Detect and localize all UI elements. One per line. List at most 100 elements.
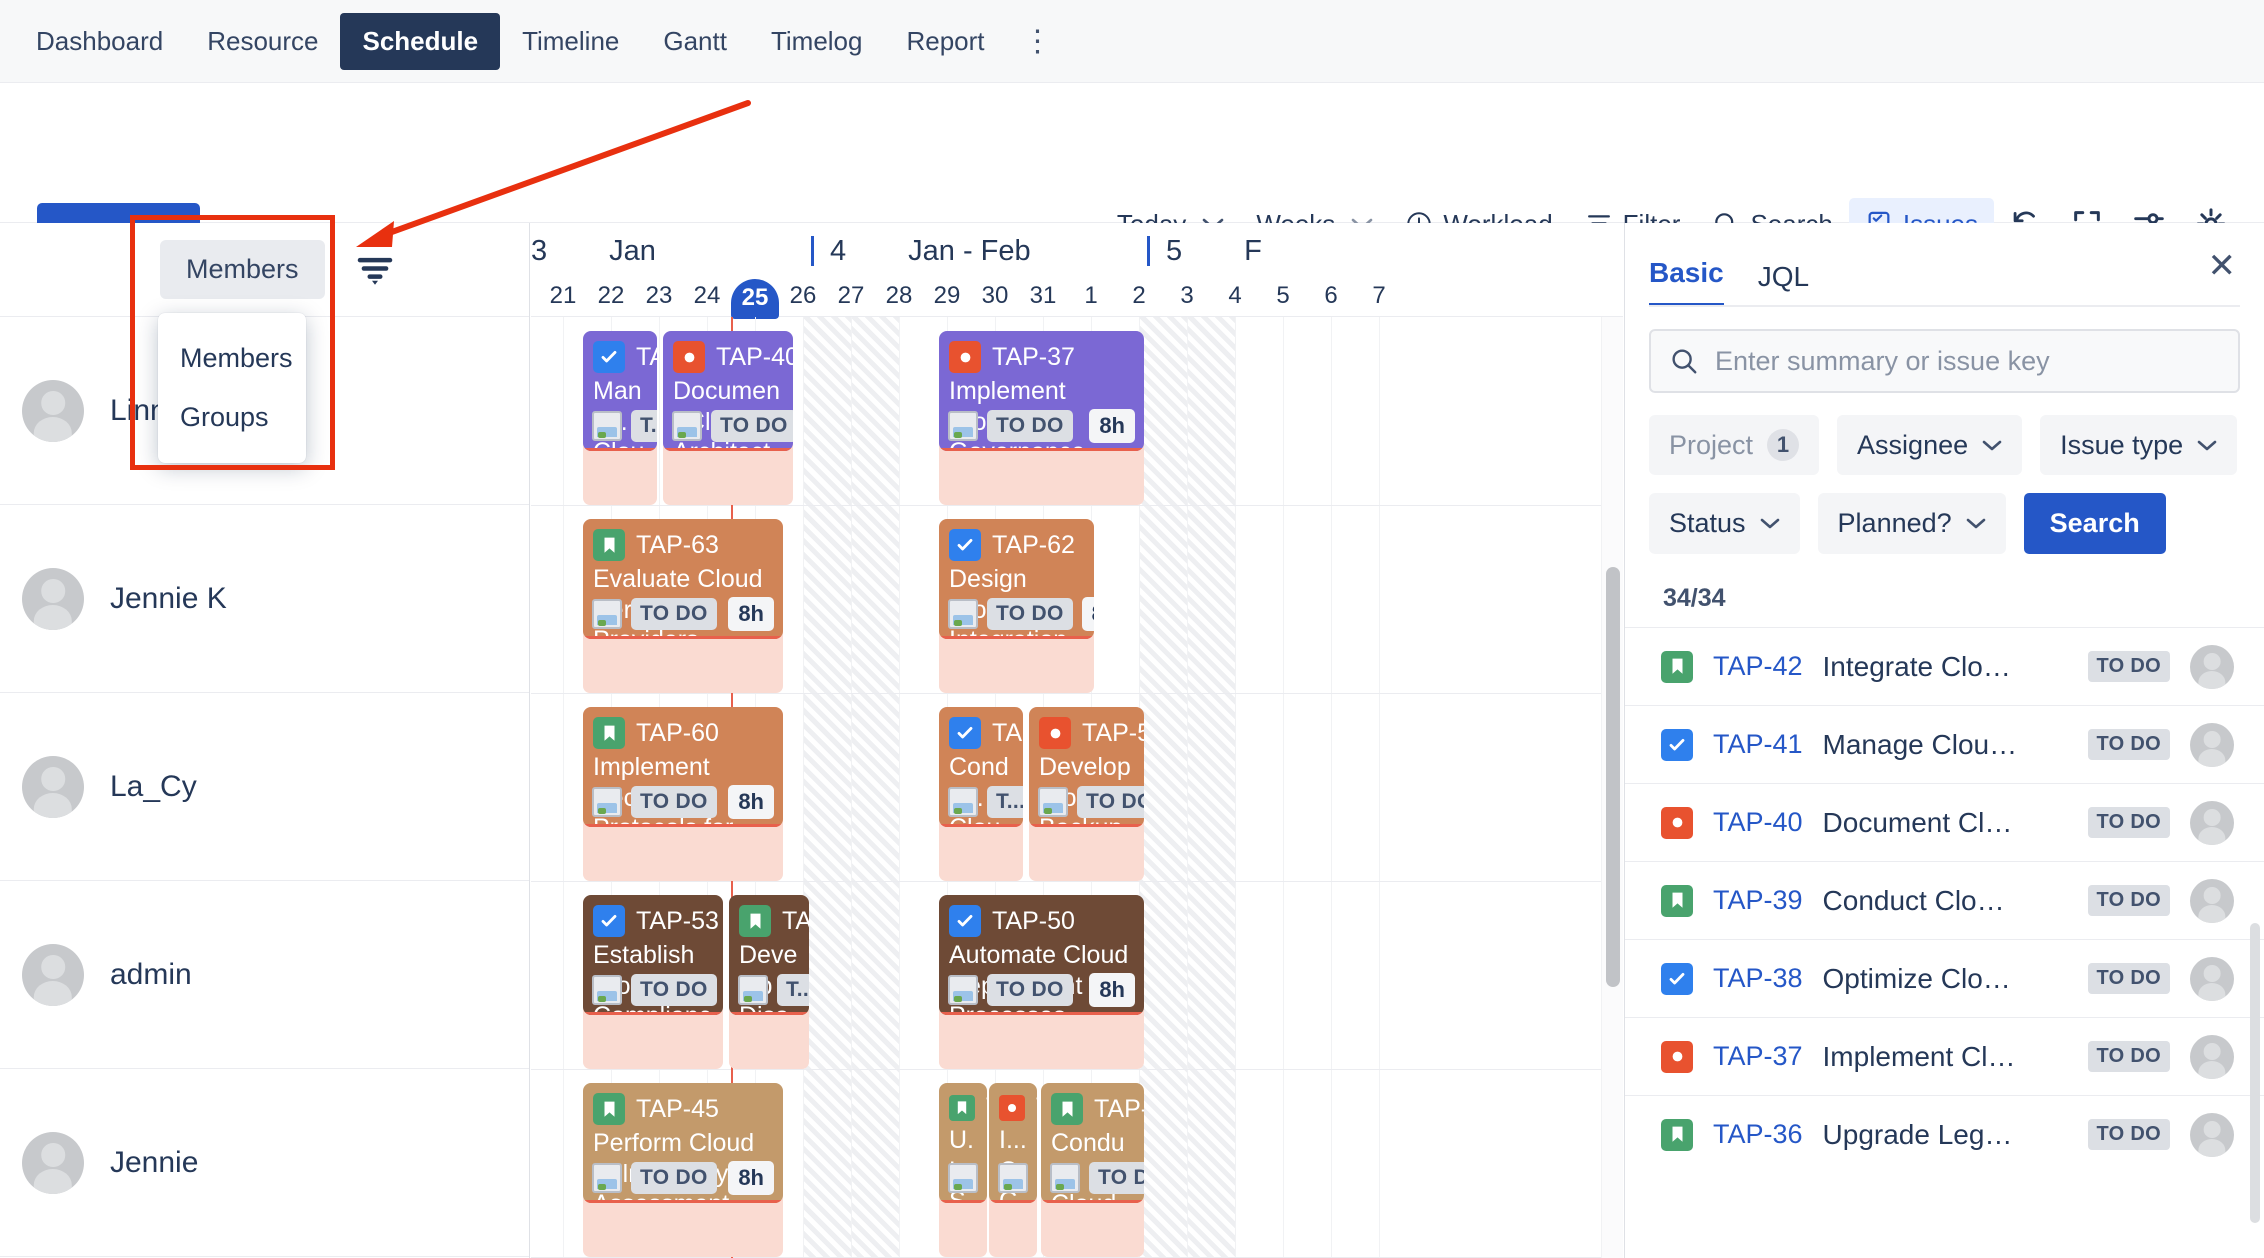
members-dropdown-menu[interactable]: Members Groups bbox=[158, 313, 306, 463]
issue-type-bug-icon bbox=[1039, 717, 1071, 749]
timeline-task-bar[interactable]: TAP-37Implement Cloud Governance Framewo… bbox=[939, 331, 1144, 451]
timeline-day[interactable]: 5 bbox=[1259, 279, 1307, 313]
issue-key: TAP-41 bbox=[1713, 729, 1803, 759]
task-bar-content: TAP-37Implement Cloud Governance Framewo… bbox=[939, 331, 1144, 451]
timeline-day[interactable]: 6 bbox=[1307, 279, 1355, 313]
assignee-avatar[interactable] bbox=[2190, 1034, 2234, 1079]
timeline-gridline bbox=[899, 317, 900, 1258]
nav-tab-dashboard[interactable]: Dashboard bbox=[14, 13, 185, 70]
issue-list-item[interactable]: TAP-38 Optimize Clo… TO DO bbox=[1625, 939, 2264, 1017]
timeline-day[interactable]: 26 bbox=[779, 279, 827, 313]
timeline-day[interactable]: 1 bbox=[1067, 279, 1115, 313]
nav-tab-schedule[interactable]: Schedule bbox=[340, 13, 501, 70]
timeline-task-bar[interactable]: TAP-50Automate Cloud Deployment Processe… bbox=[939, 895, 1144, 1015]
filter-chip-label: Issue type bbox=[2060, 429, 2184, 460]
timeline-day[interactable]: 29 bbox=[923, 279, 971, 313]
filter-icon[interactable] bbox=[355, 252, 395, 288]
issue-result-list[interactable]: TAP-42 Integrate Clo… TO DO TAP-41 Manage Cl… bbox=[1625, 627, 2264, 1173]
timeline-task-bar[interactable]: TAP...Develop Disaster RecovT...8h bbox=[729, 895, 809, 1015]
timeline-day[interactable]: 21 bbox=[539, 279, 587, 313]
members-group-toggle-button[interactable]: Members bbox=[160, 240, 325, 299]
timeline-task-bar[interactable]: T...U. L. S8h bbox=[939, 1083, 987, 1203]
timeline-day[interactable]: 31 bbox=[1019, 279, 1067, 313]
assignee-avatar[interactable] bbox=[2190, 800, 2234, 845]
dropdown-item-groups[interactable]: Groups bbox=[158, 388, 306, 447]
filter-chip-issue-type[interactable]: Issue type bbox=[2040, 415, 2238, 475]
assignee-avatar[interactable] bbox=[2190, 956, 2234, 1001]
assignee-avatar[interactable] bbox=[2190, 1112, 2234, 1157]
filter-chip-planned[interactable]: Planned? bbox=[1817, 493, 2006, 554]
dropdown-item-members[interactable]: Members bbox=[158, 329, 306, 388]
issue-list-item[interactable]: TAP-39 Conduct Clo… TO DO bbox=[1625, 861, 2264, 939]
divider bbox=[1649, 305, 2240, 307]
timeline-task-bar[interactable]: TAP...Mana... Cloud VendorT...8h bbox=[583, 331, 657, 451]
progress-indicator bbox=[939, 636, 1094, 639]
task-bar-key-row: TAP-40 bbox=[673, 341, 793, 373]
member-row[interactable]: Jennie bbox=[0, 1069, 529, 1257]
timeline-day[interactable]: 3 bbox=[1163, 279, 1211, 313]
timeline-vertical-scrollbar[interactable] bbox=[1601, 317, 1623, 1258]
timeline-task-bar[interactable]: TAP-62Design Cloud Integration Architect… bbox=[939, 519, 1094, 639]
issue-list-scroll-thumb[interactable] bbox=[2250, 923, 2260, 1223]
timeline-task-bar[interactable]: TAP...Condu... Cloud StorageT...8h bbox=[939, 707, 1023, 827]
issue-type-task-icon bbox=[593, 905, 625, 937]
attachment-icon bbox=[592, 787, 622, 817]
timeline-day[interactable]: 30 bbox=[971, 279, 1019, 313]
tab-basic[interactable]: Basic bbox=[1649, 257, 1724, 307]
member-row[interactable]: La_Cy bbox=[0, 693, 529, 881]
timeline-task-bar[interactable]: TAP-58Develop Cloud Backup SolutionsTO D… bbox=[1029, 707, 1144, 827]
issue-search-field[interactable] bbox=[1649, 329, 2240, 393]
nav-tab-report[interactable]: Report bbox=[884, 13, 1006, 70]
timeline-day[interactable]: 27 bbox=[827, 279, 875, 313]
issue-type-task-icon bbox=[593, 341, 625, 373]
issue-list-item[interactable]: TAP-42 Integrate Clo… TO DO bbox=[1625, 627, 2264, 705]
timeline-day[interactable]: 24 bbox=[683, 279, 731, 313]
timeline-day-today[interactable]: 25 bbox=[731, 279, 779, 319]
timeline-day[interactable]: 28 bbox=[875, 279, 923, 313]
timeline-day[interactable]: 2 bbox=[1115, 279, 1163, 313]
nav-tab-gantt[interactable]: Gantt bbox=[641, 13, 749, 70]
timeline-scroll-thumb[interactable] bbox=[1606, 567, 1620, 987]
issue-list-item[interactable]: TAP-40 Document Cl… TO DO bbox=[1625, 783, 2264, 861]
timeline-task-bar[interactable]: TAP-40Document Cloud ArchitectureTO DO8h bbox=[663, 331, 793, 451]
timeline-day[interactable]: 7 bbox=[1355, 279, 1403, 313]
filter-chip-status[interactable]: Status bbox=[1649, 493, 1800, 554]
timeline-task-bar[interactable]: TAP-39Conduct Cloud UsabilityTO DO8h bbox=[1041, 1083, 1144, 1203]
issue-list-item[interactable]: TAP-36 Upgrade Leg… TO DO bbox=[1625, 1095, 2264, 1173]
tab-jql[interactable]: JQL bbox=[1758, 261, 1809, 307]
member-row[interactable]: admin bbox=[0, 881, 529, 1069]
nav-tab-timelog[interactable]: Timelog bbox=[749, 13, 885, 70]
assignee-avatar[interactable] bbox=[2190, 644, 2234, 689]
timeline-grid[interactable]: 3 Jan 4 Jan - Feb 5 F 21 22 23 24 25 26 27 28 29 30 31 1… bbox=[531, 223, 1623, 1258]
nav-tab-timeline[interactable]: Timeline bbox=[500, 13, 641, 70]
issues-search-panel: Basic JQL ✕ Project 1 Assignee Issue type St… bbox=[1624, 223, 2264, 1258]
issue-type-story-icon bbox=[949, 1094, 975, 1121]
issue-list-item[interactable]: TAP-41 Manage Clou… TO DO bbox=[1625, 705, 2264, 783]
timeline-body[interactable]: TAP...Mana... Cloud VendorT...8hTAP-40Do… bbox=[531, 317, 1623, 1258]
issue-search-submit-button[interactable]: Search bbox=[2023, 493, 2166, 554]
task-bar-key-row: TAP... bbox=[739, 905, 809, 937]
close-icon[interactable]: ✕ bbox=[2202, 245, 2243, 287]
nav-tab-resource[interactable]: Resource bbox=[185, 13, 340, 70]
member-row[interactable]: Jennie K bbox=[0, 505, 529, 693]
task-bar-content: TAP-50Automate Cloud Deployment Processe… bbox=[939, 895, 1144, 1015]
search-input[interactable] bbox=[1715, 345, 2220, 377]
filter-chip-assignee[interactable]: Assignee bbox=[1837, 415, 2023, 475]
attachment-icon bbox=[948, 599, 978, 629]
assignee-avatar[interactable] bbox=[2190, 878, 2234, 923]
filter-chip-project[interactable]: Project 1 bbox=[1649, 415, 1820, 475]
timeline-task-bar[interactable]: T...I... C. G8h bbox=[989, 1083, 1037, 1203]
timeline-day[interactable]: 22 bbox=[587, 279, 635, 313]
task-key: TAP... bbox=[992, 718, 1023, 747]
timeline-task-bar[interactable]: TAP-60Implement Security Protocols for C… bbox=[583, 707, 783, 827]
nav-more-icon[interactable]: ⋮ bbox=[1007, 26, 1069, 57]
timeline-task-bar[interactable]: TAP-45Perform Cloud Vulnerability Assess… bbox=[583, 1083, 783, 1203]
timeline-task-bar[interactable]: TAP-53Establish Cloud ComplianceTO DO8h bbox=[583, 895, 723, 1015]
issue-list-item[interactable]: TAP-37 Implement Cl… TO DO bbox=[1625, 1017, 2264, 1095]
timeline-day[interactable]: 23 bbox=[635, 279, 683, 313]
timeline-day[interactable]: 4 bbox=[1211, 279, 1259, 313]
timeline-task-bar[interactable]: TAP-63Evaluate Cloud Service ProvidersTO… bbox=[583, 519, 783, 639]
attachment-icon bbox=[1038, 787, 1068, 817]
task-bar-key-row: TAP... bbox=[593, 341, 657, 373]
assignee-avatar[interactable] bbox=[2190, 722, 2234, 767]
